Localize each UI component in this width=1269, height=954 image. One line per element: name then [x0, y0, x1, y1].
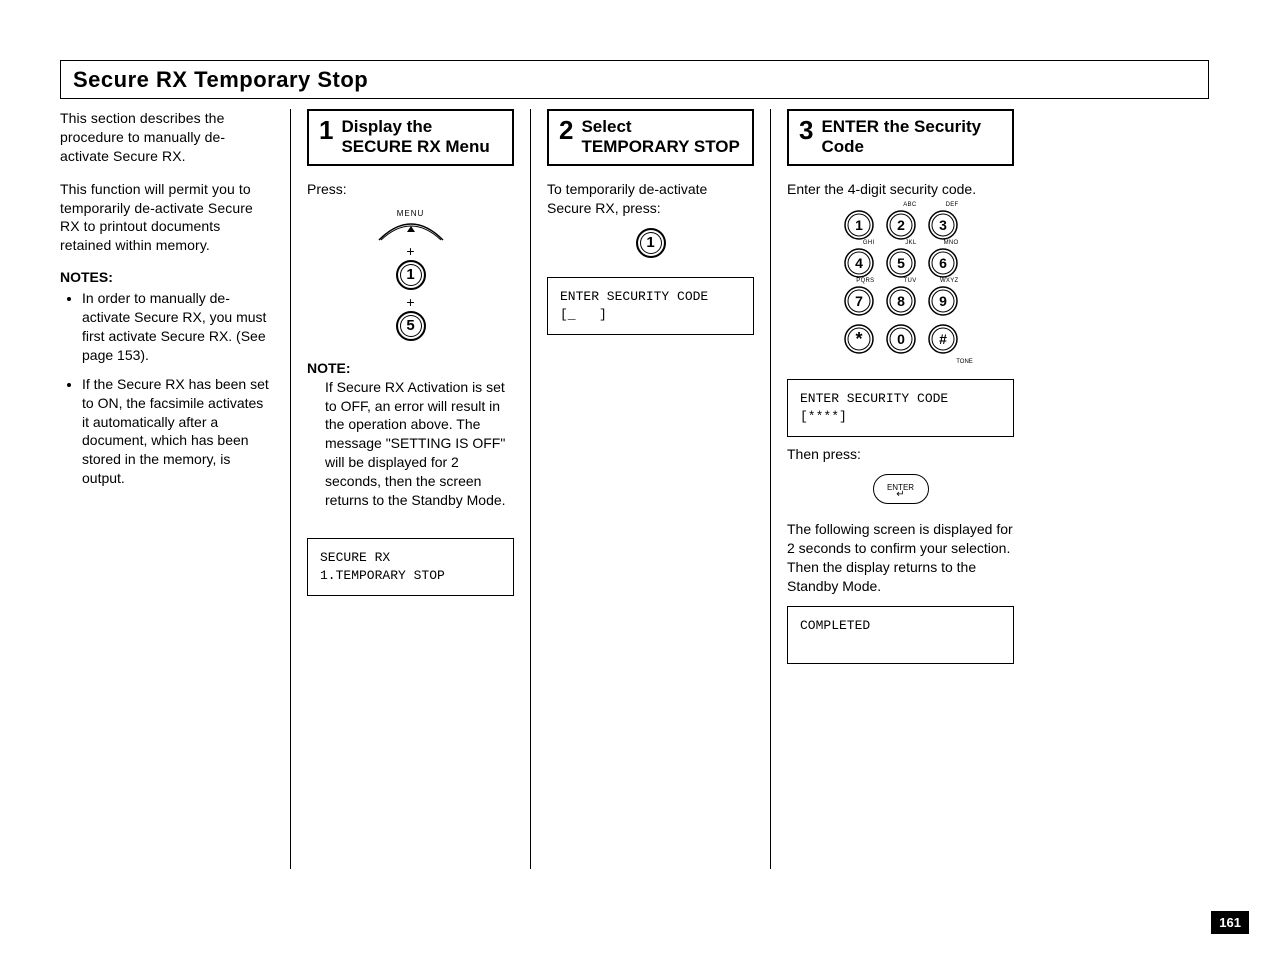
svg-text:7: 7	[855, 293, 863, 309]
svg-text:#: #	[939, 331, 947, 347]
numeric-keypad-icon: 1 ABC2 DEF3 GHI4 JKL5 MNO6 PQRS7 TUV8 WX…	[821, 209, 981, 365]
step-1-note: NOTE: If Secure RX Activation is set to …	[307, 360, 514, 510]
page-number-badge: 161	[1211, 911, 1249, 934]
key-3: DEF3	[927, 209, 959, 241]
lcd-display: ENTER SECURITY CODE [_ ]	[547, 277, 754, 335]
section-title: Secure RX Temporary Stop	[73, 67, 368, 92]
svg-text:*: *	[855, 329, 862, 349]
press-sequence: 1	[547, 228, 754, 261]
step-1-header: 1 Display the SECURE RX Menu	[307, 109, 514, 166]
svg-text:5: 5	[897, 255, 905, 271]
step-title: Select TEMPORARY STOP	[581, 117, 742, 158]
intro-paragraph-2: This function will permit you to tempora…	[60, 180, 274, 256]
notes-block: NOTES: In order to manually de-activate …	[60, 269, 274, 488]
key-9: WXYZ9	[927, 285, 959, 317]
step-2-header: 2 Select TEMPORARY STOP	[547, 109, 754, 166]
step-3-after: The following screen is displayed for 2 …	[787, 520, 1014, 596]
key-label: 1	[638, 230, 664, 256]
step-number: 2	[559, 117, 573, 143]
key-1: 1	[843, 209, 875, 241]
svg-text:4: 4	[855, 255, 863, 271]
svg-text:3: 3	[939, 217, 947, 233]
lcd-display: SECURE RX 1.TEMPORARY STOP	[307, 538, 514, 596]
manual-page: Secure RX Temporary Stop This section de…	[0, 0, 1269, 954]
key-star: *	[843, 323, 875, 355]
svg-text:2: 2	[897, 217, 905, 233]
step-2-column: 2 Select TEMPORARY STOP To temporarily d…	[530, 109, 770, 869]
key-4: GHI4	[843, 247, 875, 279]
key-2: ABC2	[885, 209, 917, 241]
key-label: 5	[398, 313, 424, 339]
step-title: Display the SECURE RX Menu	[341, 117, 502, 158]
menu-label: MENU	[375, 209, 447, 218]
menu-button-icon: MENU	[375, 209, 447, 242]
key-0: 0	[885, 323, 917, 355]
step-number: 3	[799, 117, 813, 143]
lcd-display: ENTER SECURITY CODE [****]	[787, 379, 1014, 437]
step-3-intro: Enter the 4-digit security code.	[787, 180, 1014, 199]
intro-paragraph-1: This section describes the procedure to …	[60, 109, 274, 166]
svg-text:0: 0	[897, 331, 905, 347]
columns: This section describes the procedure to …	[60, 109, 1209, 869]
key-1-icon: 1	[396, 260, 426, 290]
tone-label: TONE	[949, 359, 981, 365]
note-label: NOTE:	[307, 360, 514, 376]
note-body: If Secure RX Activation is set to OFF, a…	[307, 378, 514, 510]
intro-column: This section describes the procedure to …	[60, 109, 290, 869]
note-item: If the Secure RX has been set to ON, the…	[82, 375, 274, 488]
plus-icon: +	[307, 295, 514, 309]
key-5: JKL5	[885, 247, 917, 279]
step-3-column: 3 ENTER the Security Code Enter the 4-di…	[770, 109, 1030, 869]
step-1-column: 1 Display the SECURE RX Menu Press: MENU…	[290, 109, 530, 869]
key-8: TUV8	[885, 285, 917, 317]
key-label: 1	[398, 262, 424, 288]
key-7: PQRS7	[843, 285, 875, 317]
svg-text:6: 6	[939, 255, 947, 271]
lcd-display: COMPLETED	[787, 606, 1014, 664]
step-number: 1	[319, 117, 333, 143]
section-title-box: Secure RX Temporary Stop	[60, 60, 1209, 99]
svg-text:8: 8	[897, 293, 905, 309]
key-hash: #	[927, 323, 959, 355]
key-6: MNO6	[927, 247, 959, 279]
notes-heading: NOTES:	[60, 269, 274, 285]
then-press-label: Then press:	[787, 445, 1014, 464]
key-5-icon: 5	[396, 311, 426, 341]
svg-text:9: 9	[939, 293, 947, 309]
step-2-intro: To temporarily de-activate Secure RX, pr…	[547, 180, 754, 218]
enter-button-row: ENTER ↵	[787, 474, 1014, 504]
step-3-header: 3 ENTER the Security Code	[787, 109, 1014, 166]
note-item: In order to manually de-activate Secure …	[82, 289, 274, 365]
svg-text:1: 1	[855, 217, 863, 233]
step-title: ENTER the Security Code	[821, 117, 1002, 158]
enter-button-icon: ENTER ↵	[873, 474, 929, 504]
key-1-icon: 1	[636, 228, 666, 258]
press-sequence: MENU + 1 + 5	[307, 209, 514, 344]
press-label: Press:	[307, 180, 514, 199]
plus-icon: +	[307, 244, 514, 258]
